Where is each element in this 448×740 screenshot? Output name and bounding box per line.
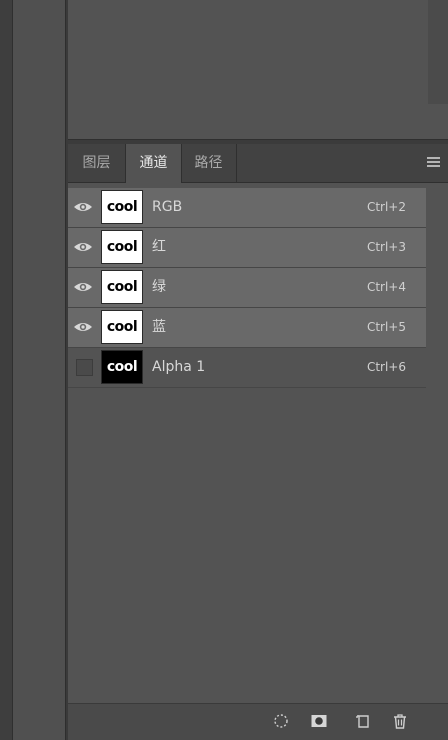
channel-row-green[interactable]: cool 绿 Ctrl+4 — [68, 268, 426, 308]
channel-list: cool RGB Ctrl+2 cool 红 Ctrl+3 cool 绿 Ctr… — [68, 188, 426, 388]
panel-tabbar: 图层 通道 路径 — [68, 144, 448, 183]
channel-row-alpha-1[interactable]: cool Alpha 1 Ctrl+6 — [68, 348, 426, 388]
channel-row-rgb[interactable]: cool RGB Ctrl+2 — [68, 188, 426, 228]
new-channel-icon[interactable] — [354, 712, 372, 730]
delete-icon[interactable] — [391, 712, 409, 730]
visibility-toggle[interactable] — [76, 359, 93, 376]
channel-name: RGB — [152, 199, 183, 215]
channel-name: 绿 — [152, 279, 166, 295]
channels-panel: 图层 通道 路径 cool RGB Ctrl+2 cool 红 Ctrl+3 c… — [68, 144, 448, 740]
channel-thumbnail: cool — [101, 350, 143, 384]
channel-shortcut: Ctrl+5 — [366, 320, 406, 334]
channel-shortcut: Ctrl+6 — [366, 360, 406, 374]
left-dock-column — [13, 0, 66, 740]
eye-icon[interactable] — [73, 320, 93, 334]
channel-name: 红 — [152, 239, 166, 255]
channels-bottom-toolbar — [68, 703, 448, 740]
upper-panel-scrollbar[interactable] — [428, 0, 448, 104]
channel-thumbnail: cool — [101, 230, 143, 264]
channel-row-red[interactable]: cool 红 Ctrl+3 — [68, 228, 426, 268]
tab-channels[interactable]: 通道 — [125, 144, 182, 183]
eye-icon[interactable] — [73, 200, 93, 214]
left-edge-strip — [0, 0, 13, 740]
channel-shortcut: Ctrl+2 — [366, 200, 406, 214]
channel-name: 蓝 — [152, 319, 166, 335]
channel-shortcut: Ctrl+3 — [366, 240, 406, 254]
channel-row-blue[interactable]: cool 蓝 Ctrl+5 — [68, 308, 426, 348]
channel-thumbnail: cool — [101, 270, 143, 304]
channel-thumbnail: cool — [101, 190, 143, 224]
tab-paths[interactable]: 路径 — [181, 144, 237, 182]
channel-name: Alpha 1 — [152, 359, 206, 375]
save-selection-mask-icon[interactable] — [310, 712, 328, 730]
panel-menu-icon[interactable] — [427, 157, 440, 168]
channel-thumbnail: cool — [101, 310, 143, 344]
channel-shortcut: Ctrl+4 — [366, 280, 406, 294]
eye-icon[interactable] — [73, 280, 93, 294]
load-selection-icon[interactable] — [272, 712, 290, 730]
tab-layers[interactable]: 图层 — [68, 144, 125, 182]
upper-panel — [68, 0, 448, 140]
eye-icon[interactable] — [73, 240, 93, 254]
